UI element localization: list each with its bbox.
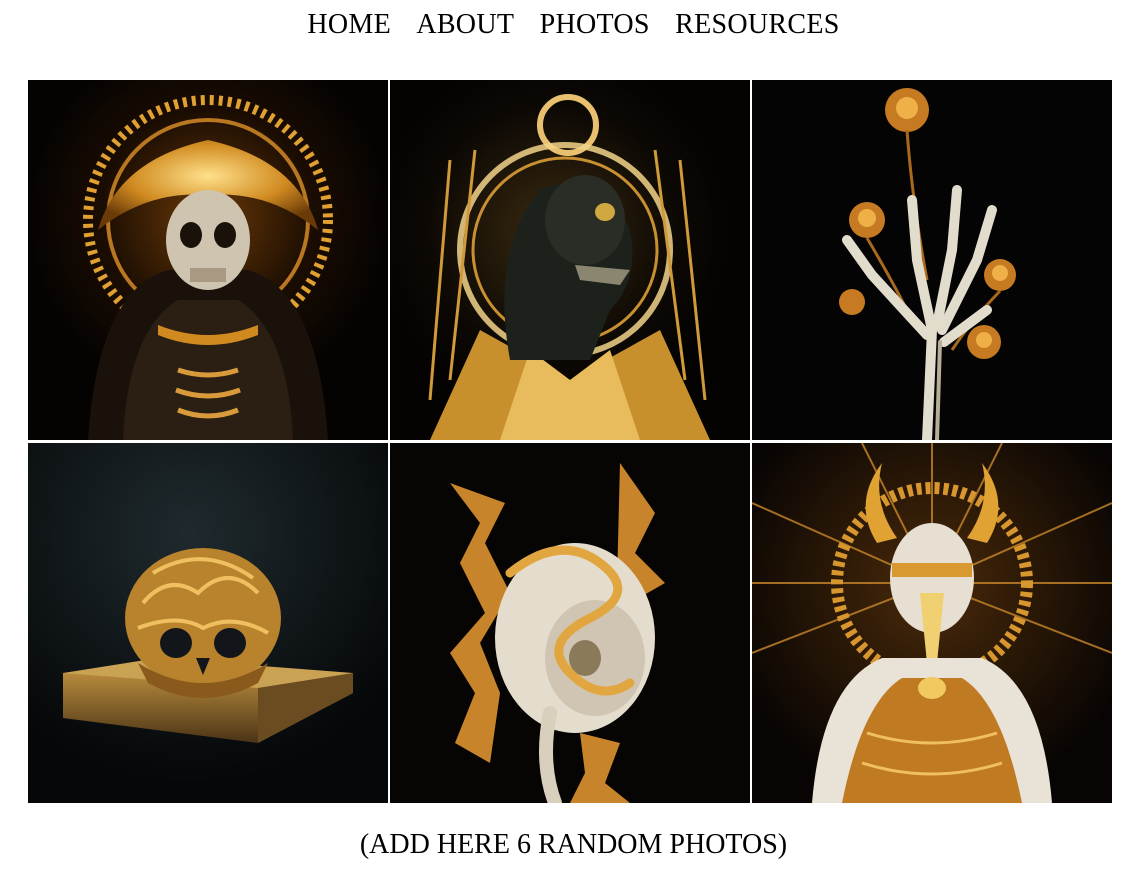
gallery-photo-2[interactable] [390,80,750,440]
dark-skull-halo-image [390,80,750,440]
golden-haloed-skull-image [28,80,388,440]
nav-resources-link[interactable]: RESOURCES [675,9,840,41]
skull-serpent-image [390,443,750,803]
photo-gallery [28,80,1113,803]
nav-home-link[interactable]: HOME [307,9,391,41]
gallery-caption: (ADD HERE 6 RANDOM PHOTOS) [359,829,788,860]
golden-skull-pedestal-image [28,443,388,803]
horned-masked-figure-image [752,443,1112,803]
gallery-photo-3[interactable] [752,80,1112,440]
main-nav: HOME ABOUT PHOTOS RESOURCES [0,9,1147,41]
gallery-photo-6[interactable] [752,443,1112,803]
gallery-photo-1[interactable] [28,80,388,440]
gallery-photo-4[interactable] [28,443,388,803]
skeletal-hand-roses-image [752,80,1112,440]
nav-photos-link[interactable]: PHOTOS [540,9,650,41]
gallery-photo-5[interactable] [390,443,750,803]
nav-about-link[interactable]: ABOUT [416,9,514,41]
